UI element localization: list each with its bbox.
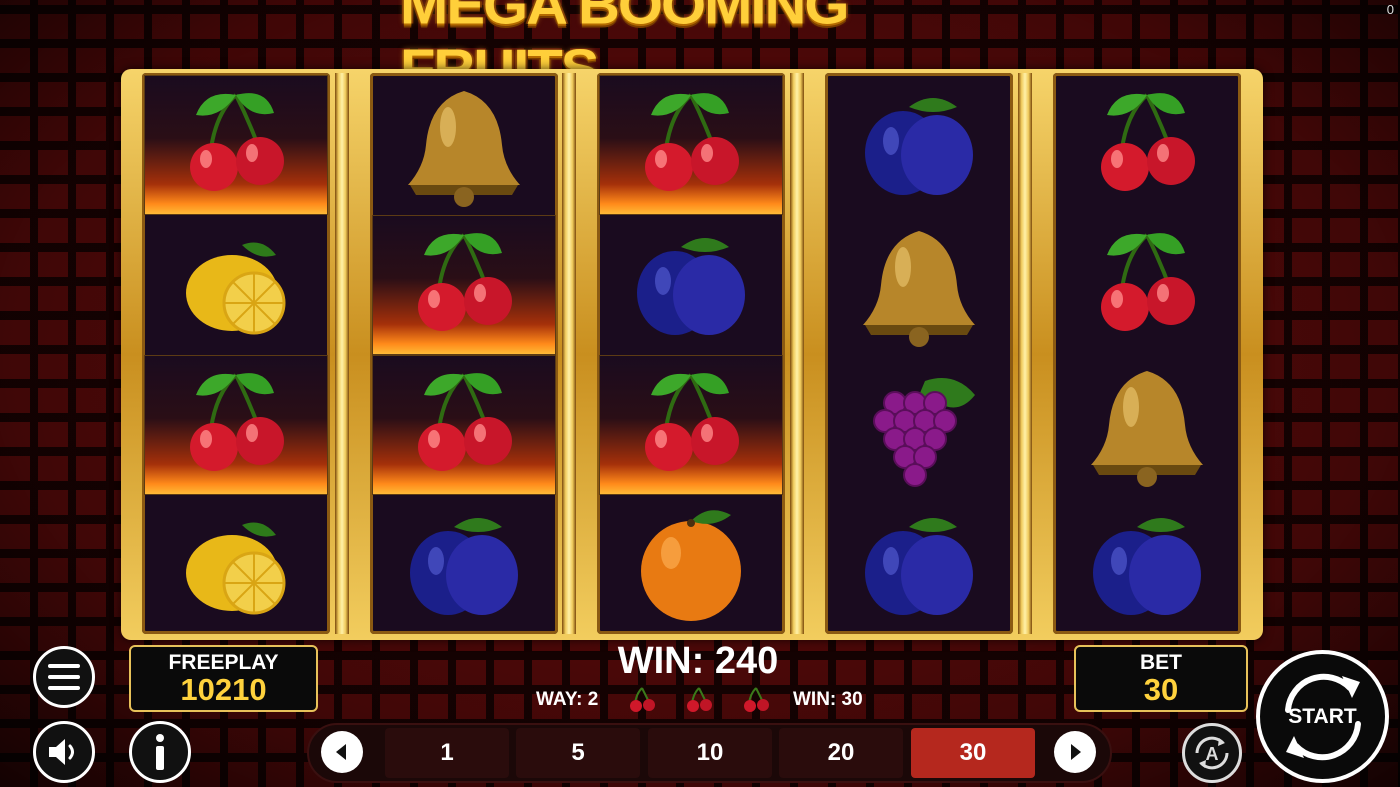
reel-cell (144, 355, 328, 495)
reel-divider (790, 73, 804, 634)
reel-cell (1055, 355, 1239, 495)
start-button[interactable]: START (1256, 650, 1389, 783)
plum-icon (637, 238, 745, 335)
bet-box: BET 30 (1074, 645, 1248, 712)
bell-icon (863, 231, 975, 347)
arrow-left-icon (336, 744, 346, 760)
reel-divider (1018, 73, 1032, 634)
bell-icon (1091, 371, 1203, 487)
reel-cell (599, 355, 783, 495)
bet-option-10[interactable]: 10 (648, 728, 772, 778)
reel-cell (1055, 495, 1239, 635)
hamburger-menu-icon (48, 664, 80, 690)
balance-label: FREEPLAY (168, 651, 279, 674)
lemon-icon (186, 522, 286, 615)
cherry-icon (687, 687, 712, 712)
reel-cell (827, 495, 1011, 635)
reel-cell (827, 355, 1011, 495)
autoplay-button[interactable]: A (1182, 723, 1242, 783)
cherry-icon (645, 93, 739, 191)
bet-option-1[interactable]: 1 (385, 728, 509, 778)
cherry-icon (744, 687, 769, 712)
reel-cell (1055, 75, 1239, 215)
reel-cell (599, 75, 783, 215)
balance-box: FREEPLAY 10210 (129, 645, 318, 712)
reel-cell (144, 495, 328, 635)
sound-button[interactable] (33, 721, 95, 783)
bet-increase-button[interactable] (1054, 731, 1096, 773)
reel-divider (562, 73, 576, 634)
reel-cell (372, 495, 556, 635)
reel-cell (827, 75, 1011, 215)
bet-option-5[interactable]: 5 (516, 728, 640, 778)
cherry-icon (418, 373, 512, 471)
plum-icon (865, 98, 973, 195)
bell-icon (408, 91, 520, 207)
autoplay-icon: A (1195, 736, 1229, 770)
bet-option-20[interactable]: 20 (779, 728, 903, 778)
reel-divider (335, 73, 349, 634)
reel-cell (1055, 215, 1239, 355)
bet-option-30[interactable]: 30 (911, 728, 1035, 778)
menu-button[interactable] (33, 646, 95, 708)
grapes-icon (873, 378, 975, 487)
arrow-right-icon (1071, 744, 1081, 760)
cherry-icon (418, 233, 512, 331)
plum-icon (1093, 518, 1201, 615)
plum-icon (865, 518, 973, 615)
start-label: START (1288, 704, 1357, 728)
reel-cell (372, 215, 556, 355)
bet-label: BET (1140, 651, 1182, 674)
cherry-icon (630, 687, 655, 712)
cherry-icon (190, 373, 284, 471)
reel-cell (599, 495, 783, 635)
bet-value: 30 (1143, 672, 1179, 707)
orange-icon (641, 510, 741, 621)
line-win: WIN: 30 (793, 689, 863, 710)
cherry-icon (645, 373, 739, 471)
bet-decrease-button[interactable] (321, 731, 363, 773)
reel-cell (372, 355, 556, 495)
speaker-icon (49, 739, 74, 765)
info-icon (156, 734, 164, 770)
info-button[interactable] (129, 721, 191, 783)
lemon-icon (186, 242, 286, 335)
total-win: WIN: 240 (617, 640, 779, 682)
reel-cell (144, 215, 328, 355)
balance-value: 10210 (180, 672, 267, 707)
cherry-icon (1101, 233, 1195, 331)
reel-cell (599, 215, 783, 355)
cherry-icon (190, 93, 284, 191)
cherry-icon (1101, 93, 1195, 191)
win-way: WAY: 2 (536, 689, 599, 710)
plum-icon (410, 518, 518, 615)
reel-cell (827, 215, 1011, 355)
svg-text:A: A (1206, 744, 1219, 764)
game-title: MEGA BOOMING FRUITS (400, 0, 850, 100)
reel-cell (144, 75, 328, 215)
corner-counter: 0 (1386, 2, 1394, 17)
reel-cell (372, 75, 556, 215)
